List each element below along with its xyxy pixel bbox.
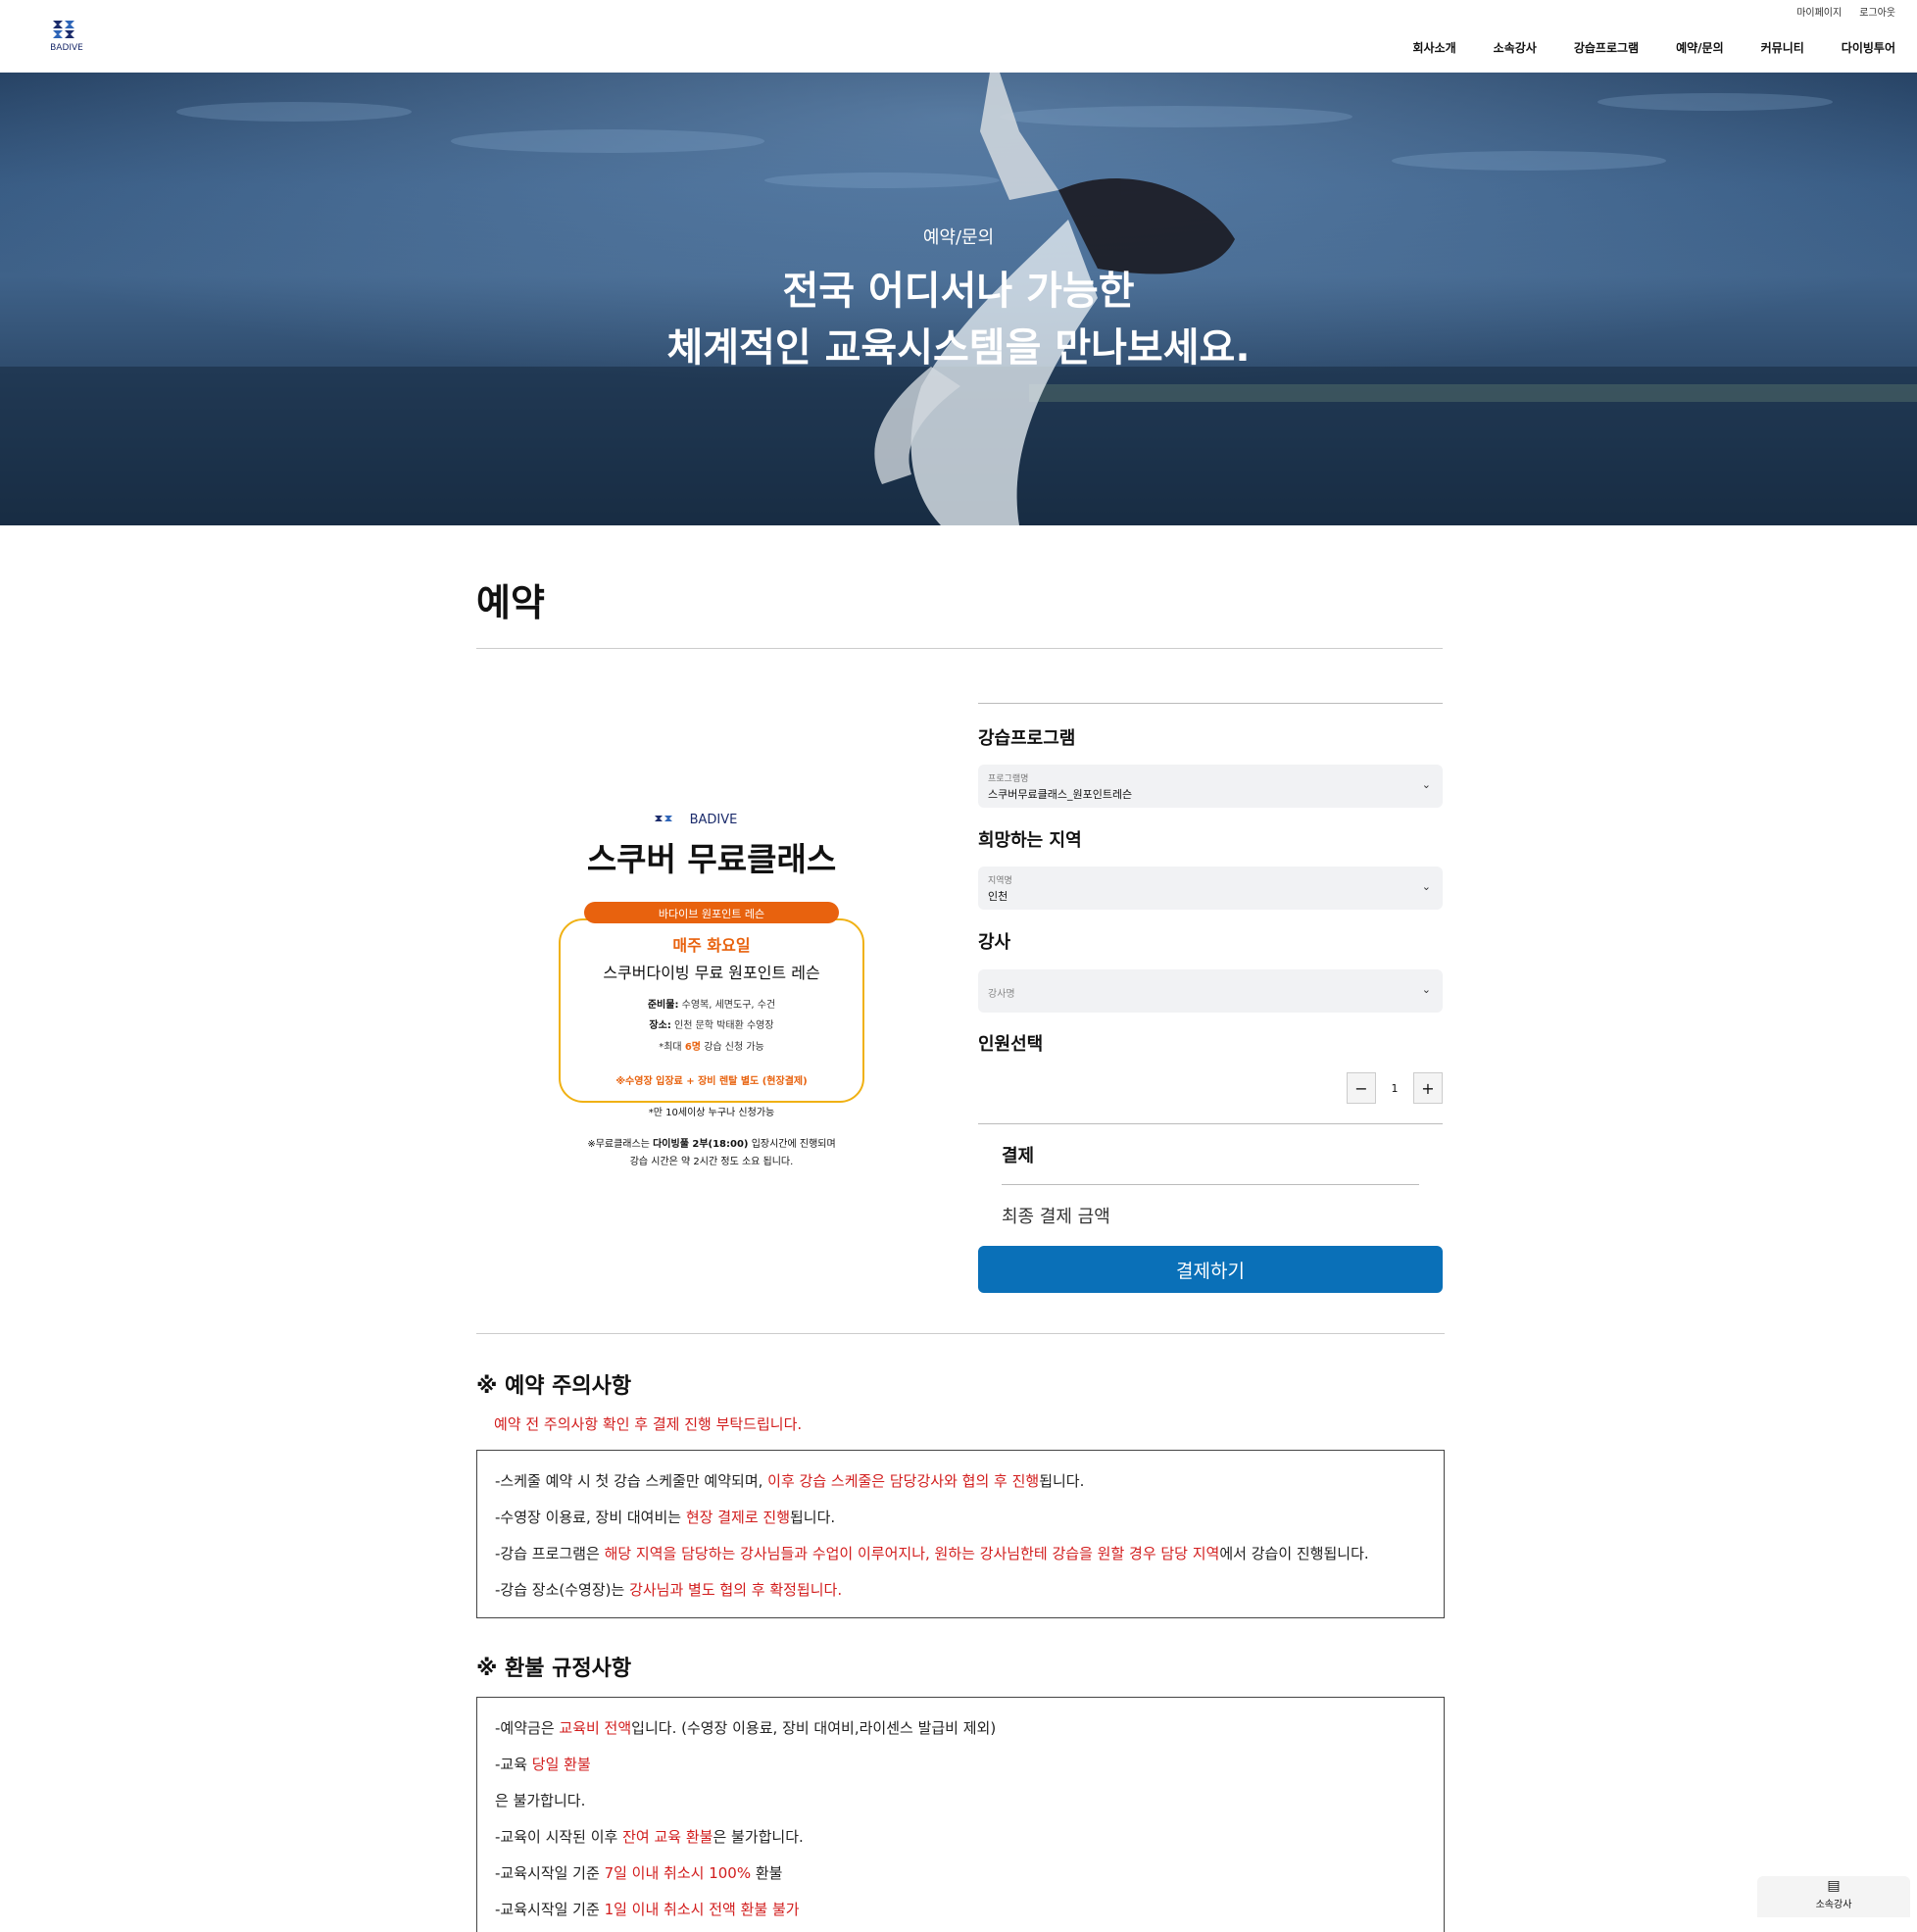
instructor-select[interactable]: 강사명 ⌄	[978, 969, 1443, 1013]
chevron-down-icon: ⌄	[1421, 983, 1431, 996]
poster-day: 매주 화요일	[672, 936, 750, 955]
page-title: 예약	[476, 581, 545, 624]
notice-line-4: -강습 장소(수영장)는 강사님과 별도 협의 후 확정됩니다.	[495, 1581, 843, 1599]
nav-item-company[interactable]: 회사소개	[1412, 39, 1455, 56]
quantity-value: 1	[1391, 1081, 1399, 1095]
class-poster-image: BADIVE 스쿠버 무료클래스 바다이브 원포인트 레슨 매주 화요일 스쿠버…	[559, 813, 864, 1167]
floating-instructors-button[interactable]: ▤ 소속강사	[1757, 1876, 1910, 1917]
notice-line-2: -수영장 이용료, 장비 대여비는 현장 결제로 진행됩니다.	[495, 1509, 836, 1526]
floating-label: 소속강사	[1815, 1900, 1852, 1910]
final-amount-label: 최종 결제 금액	[1002, 1207, 1110, 1227]
poster-foot-2: 강습 시간은 약 2시간 정도 소요 됩니다.	[630, 1155, 794, 1167]
people-label: 인원선택	[978, 1034, 1044, 1055]
refund-box: -예약금은 교육비 전액입니다. (수영장 이용료, 장비 대여비,라이센스 발…	[476, 1697, 1445, 1932]
title-divider	[476, 648, 1443, 649]
nav-item-programs[interactable]: 강습프로그램	[1574, 39, 1639, 56]
refund-line-4: -교육이 시작된 이후 잔여 교육 환불은 불가합니다.	[495, 1828, 804, 1846]
poster-brand: BADIVE	[690, 813, 738, 827]
section-divider	[476, 1333, 1445, 1334]
notice-subtitle: 예약 전 주의사항 확인 후 결제 진행 부탁드립니다.	[494, 1415, 803, 1433]
notice-line-3: -강습 프로그램은 해당 지역을 담당하는 강사님들과 수업이 이루어지나, 원…	[495, 1545, 1369, 1562]
brand-logo[interactable]: BADIVE	[35, 18, 98, 53]
logo-wordmark: BADIVE	[50, 43, 83, 53]
increment-button[interactable]: +	[1413, 1072, 1443, 1104]
instructor-card-icon: ▤	[1827, 1878, 1841, 1894]
main-nav: 회사소개 소속강사 강습프로그램 예약/문의 커뮤니티 다이빙투어	[1412, 39, 1895, 56]
refund-title: ※ 환불 규정사항	[476, 1657, 632, 1681]
payment-label: 결제	[1002, 1146, 1035, 1166]
poster-place: 장소: 인천 문학 박태환 수영장	[649, 1018, 773, 1031]
poster-logo-icon	[655, 816, 672, 821]
util-logout-link[interactable]: 로그아웃	[1859, 4, 1895, 19]
nav-item-community[interactable]: 커뮤니티	[1761, 39, 1804, 56]
program-caption: 프로그램명	[988, 774, 1029, 784]
notice-title: ※ 예약 주의사항	[476, 1374, 632, 1399]
poster-prep: 준비물: 수영복, 세면도구, 수건	[648, 998, 775, 1011]
util-mypage-link[interactable]: 마이페이지	[1796, 4, 1842, 19]
poster-subtitle: 스쿠버다이빙 무료 원포인트 레슨	[603, 964, 819, 982]
refund-line-2: -교육 당일 환불	[495, 1756, 591, 1773]
pay-button[interactable]: 결제하기	[978, 1246, 1443, 1293]
hero-subtitle: 예약/문의	[922, 227, 995, 248]
hero-title-line1: 전국 어디서나 가능한	[782, 269, 1135, 314]
refund-line-5: -교육시작일 기준 7일 이내 취소시 100% 환불	[495, 1864, 783, 1882]
payment-top-divider	[978, 1123, 1443, 1124]
plus-icon: +	[1421, 1078, 1435, 1098]
poster-fee-note: ※수영장 입장료 + 장비 렌탈 별도 (현장결제)	[615, 1074, 807, 1087]
utility-menu: 마이페이지 로그아웃	[1796, 4, 1895, 19]
region-value: 인천	[988, 890, 1008, 903]
poster-age-note: *만 10세이상 누구나 신청가능	[649, 1107, 774, 1118]
program-label: 강습프로그램	[978, 728, 1076, 749]
program-select[interactable]: 프로그램명 스쿠버무료클래스_원포인트레슨 ⌄	[978, 765, 1443, 808]
poster-badge: 바다이브 원포인트 레슨	[659, 908, 764, 920]
poster-foot-1: ※무료클래스는 다이빙풀 2부(18:00) 입장시간에 진행되며	[587, 1137, 835, 1150]
nav-item-diving-tour[interactable]: 다이빙투어	[1842, 39, 1895, 56]
instructor-placeholder: 강사명	[988, 989, 1015, 1000]
program-value: 스쿠버무료클래스_원포인트레슨	[988, 788, 1133, 801]
hero-banner: 예약/문의 전국 어디서나 가능한 체계적인 교육시스템을 만나보세요.	[0, 73, 1917, 525]
region-label: 희망하는 지역	[978, 830, 1082, 851]
instructor-label: 강사	[978, 932, 1011, 953]
nav-item-reservation[interactable]: 예약/문의	[1676, 39, 1724, 56]
decrement-button[interactable]: −	[1347, 1072, 1376, 1104]
poster-title: 스쿠버 무료클래스	[587, 840, 836, 878]
region-caption: 지역명	[988, 876, 1012, 886]
refund-line-3: 은 불가합니다.	[495, 1792, 586, 1809]
region-select[interactable]: 지역명 인천 ⌄	[978, 867, 1443, 910]
refund-line-1: -예약금은 교육비 전액입니다. (수영장 이용료, 장비 대여비,라이센스 발…	[495, 1719, 997, 1737]
site-header: BADIVE 마이페이지 로그아웃 회사소개 소속강사 강습프로그램 예약/문의…	[0, 0, 1917, 73]
hero-title-line2: 체계적인 교육시스템을 만나보세요.	[666, 325, 1251, 371]
quantity-stepper: − 1 +	[1347, 1072, 1443, 1104]
poster-max: *최대 6명 강습 신청 가능	[659, 1040, 764, 1053]
notice-box: -스케줄 예약 시 첫 강습 스케줄만 예약되며, 이후 강습 스케줄은 담당강…	[476, 1450, 1445, 1618]
minus-icon: −	[1354, 1078, 1368, 1098]
nav-item-instructors[interactable]: 소속강사	[1494, 39, 1537, 56]
payment-inner-divider	[1002, 1184, 1419, 1185]
chevron-down-icon: ⌄	[1421, 880, 1431, 893]
notice-line-1: -스케줄 예약 시 첫 강습 스케줄만 예약되며, 이후 강습 스케줄은 담당강…	[495, 1472, 1085, 1490]
form-top-divider	[978, 703, 1443, 704]
chevron-down-icon: ⌄	[1421, 778, 1431, 791]
hero-title: 전국 어디서나 가능한 체계적인 교육시스템을 만나보세요.	[0, 263, 1917, 376]
refund-line-6: -교육시작일 기준 1일 이내 취소시 전액 환불 불가	[495, 1901, 800, 1918]
